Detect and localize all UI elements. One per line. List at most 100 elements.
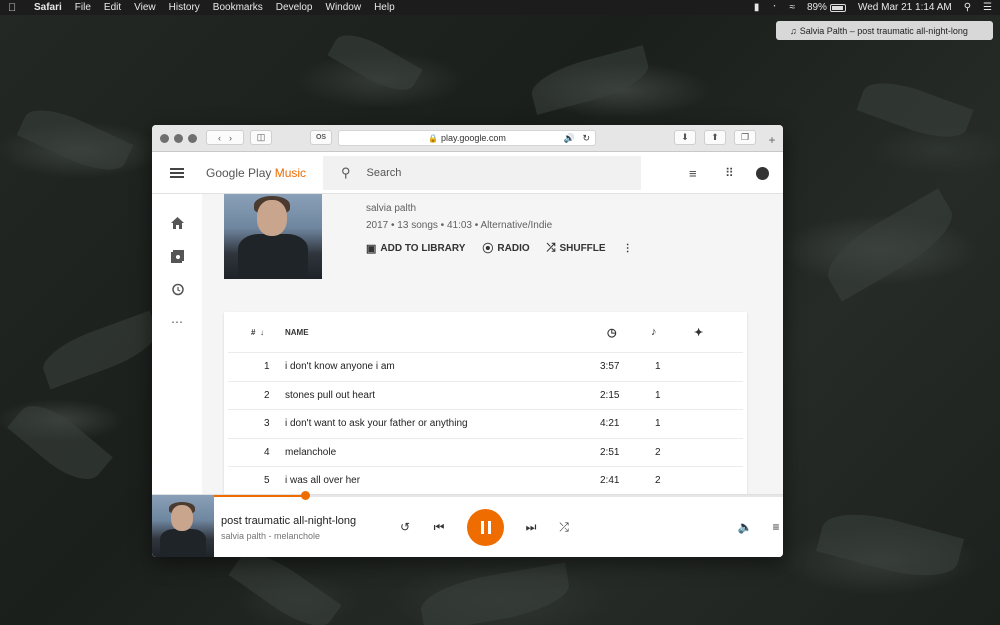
menu-develop[interactable]: Develop bbox=[276, 2, 313, 13]
reload-icon[interactable]: ↻ bbox=[582, 133, 590, 144]
menu-help[interactable]: Help bbox=[374, 2, 395, 13]
album-cover-image[interactable] bbox=[224, 194, 322, 279]
progress-fill bbox=[214, 495, 305, 497]
add-to-library-label: ADD TO LIBRARY bbox=[380, 242, 466, 254]
track-plays: 2 bbox=[655, 446, 661, 458]
pause-button[interactable] bbox=[467, 509, 504, 546]
safari-toolbar: ‹ › ◫ OS 🔒 play.google.com 🔊 ↻ ⬇ ⬆ ❐ + bbox=[152, 125, 783, 152]
album-meta: 2017 • 13 songs • 41:03 • Alternative/In… bbox=[366, 220, 553, 231]
share-icon: ⬆ bbox=[711, 132, 719, 142]
account-avatar[interactable] bbox=[756, 167, 769, 180]
apple-menu-icon[interactable]:  bbox=[8, 2, 20, 14]
track-title: i don't know anyone i am bbox=[285, 361, 395, 372]
hamburger-menu-icon[interactable] bbox=[170, 168, 184, 178]
extension-button[interactable]: OS bbox=[310, 130, 332, 145]
track-number: 2 bbox=[264, 389, 270, 401]
close-window-button[interactable] bbox=[160, 133, 169, 143]
more-actions-button[interactable]: ⋮ bbox=[623, 243, 633, 254]
search-bar[interactable]: ⚲ Search bbox=[323, 156, 641, 190]
app-header: Google Play Music ⚲ Search ≡ ⠿ bbox=[152, 153, 783, 194]
track-plays: 1 bbox=[655, 418, 661, 429]
radio-label: RADIO bbox=[497, 242, 530, 254]
track-title: i don't want to ask your father or anyth… bbox=[285, 418, 468, 429]
minimize-window-button[interactable] bbox=[174, 133, 183, 143]
track-duration: 2:51 bbox=[600, 446, 620, 458]
track-title: i was all over her bbox=[285, 475, 361, 486]
wifi-icon[interactable]: ≈ bbox=[789, 2, 795, 13]
sidebar-toggle-button[interactable]: ◫ bbox=[250, 130, 272, 145]
battery-percent: 89% bbox=[806, 2, 827, 13]
tabs-icon: ❐ bbox=[740, 132, 750, 142]
url-text: play.google.com bbox=[441, 133, 506, 143]
volume-icon[interactable]: 🔈 bbox=[738, 520, 753, 534]
search-input[interactable]: Search bbox=[367, 167, 402, 179]
menu-app-name[interactable]: Safari bbox=[34, 2, 62, 13]
more-vert-icon: ⋮ bbox=[622, 242, 633, 254]
new-tab-button[interactable]: + bbox=[764, 133, 780, 147]
table-row[interactable]: 4 melanchole 2:51 2 bbox=[228, 437, 743, 467]
search-icon: ⚲ bbox=[341, 165, 351, 180]
music-note-icon: ♫ bbox=[790, 25, 797, 36]
sort-arrow-icon[interactable]: ↓ bbox=[260, 328, 264, 337]
menu-history[interactable]: History bbox=[169, 2, 200, 13]
home-icon[interactable] bbox=[169, 215, 185, 231]
next-track-icon[interactable]: ⏭ bbox=[524, 520, 538, 534]
rating-thumbs-icon[interactable]: ✦ bbox=[694, 326, 703, 339]
radio-button[interactable]: ⦿ RADIO bbox=[482, 240, 529, 256]
add-to-library-button[interactable]: ▣ ADD TO LIBRARY bbox=[366, 242, 465, 255]
menu-edit[interactable]: Edit bbox=[104, 2, 121, 13]
duration-clock-icon[interactable]: ◷ bbox=[607, 326, 617, 339]
menu-file[interactable]: File bbox=[75, 2, 91, 13]
download-icon: ⬇ bbox=[681, 132, 689, 142]
music-library-icon[interactable] bbox=[169, 248, 185, 264]
share-button[interactable]: ⬆ bbox=[704, 130, 726, 145]
menu-window[interactable]: Window bbox=[326, 2, 362, 13]
shuffle-label: SHUFFLE bbox=[559, 242, 606, 254]
audio-playing-icon[interactable]: 🔊 bbox=[564, 133, 575, 144]
shuffle-play-icon[interactable]: ⤮ bbox=[557, 520, 571, 534]
plays-note-icon[interactable]: ♪ bbox=[651, 326, 657, 338]
shuffle-button[interactable]: ⤮ SHUFFLE bbox=[547, 242, 606, 255]
now-playing-art[interactable] bbox=[152, 495, 214, 557]
menu-bookmarks[interactable]: Bookmarks bbox=[213, 2, 263, 13]
track-number: 1 bbox=[264, 361, 270, 372]
app-logo[interactable]: Google Play Music bbox=[206, 166, 306, 180]
safari-window: ‹ › ◫ OS 🔒 play.google.com 🔊 ↻ ⬇ ⬆ ❐ + G… bbox=[152, 125, 783, 557]
more-options-icon[interactable]: ⋯ bbox=[169, 314, 185, 330]
column-number-header[interactable]: # bbox=[251, 328, 255, 337]
queue-menu-icon[interactable]: ≡ bbox=[771, 520, 781, 534]
back-icon[interactable]: ‹ bbox=[218, 133, 221, 143]
track-plays: 1 bbox=[655, 361, 661, 372]
apps-grid-icon[interactable]: ⠿ bbox=[725, 166, 734, 180]
forward-icon[interactable]: › bbox=[229, 133, 232, 143]
track-plays: 2 bbox=[655, 475, 661, 486]
side-nav: ⋯ bbox=[152, 194, 202, 494]
now-playing-subtitle[interactable]: salvia palth - melanchole bbox=[221, 531, 320, 541]
battery-status[interactable]: 89% bbox=[807, 2, 846, 13]
album-artist[interactable]: salvia palth bbox=[366, 203, 416, 214]
column-name-header[interactable]: NAME bbox=[285, 328, 309, 337]
menu-view[interactable]: View bbox=[134, 2, 156, 13]
zoom-window-button[interactable] bbox=[188, 133, 197, 143]
progress-slider-handle[interactable] bbox=[301, 491, 310, 500]
table-row[interactable]: 5 i was all over her 2:41 2 bbox=[228, 466, 743, 494]
notification-center-icon[interactable]: ☰ bbox=[983, 2, 992, 13]
spotlight-icon[interactable]: ⚲ bbox=[964, 2, 971, 13]
now-playing-title[interactable]: post traumatic all-night-long bbox=[221, 515, 356, 527]
bluetooth-icon[interactable]: ᛫ bbox=[771, 2, 777, 13]
menu-clock[interactable]: Wed Mar 21 1:14 AM bbox=[858, 2, 952, 13]
table-row[interactable]: 2 stones pull out heart 2:15 1 bbox=[228, 380, 743, 410]
previous-track-icon[interactable]: ⏮ bbox=[432, 520, 446, 534]
table-row[interactable]: 3 i don't want to ask your father or any… bbox=[228, 409, 743, 438]
track-number: 3 bbox=[264, 418, 270, 429]
recents-history-icon[interactable] bbox=[169, 281, 185, 297]
address-bar[interactable]: 🔒 play.google.com 🔊 ↻ bbox=[338, 130, 596, 146]
tabs-overview-button[interactable]: ❐ bbox=[734, 130, 756, 145]
repeat-icon[interactable]: ↺ bbox=[398, 520, 412, 534]
now-playing-notification[interactable]: ♫ Salvia Palth – post traumatic all-nigh… bbox=[776, 21, 993, 40]
battery-icon bbox=[829, 3, 846, 12]
downloads-button[interactable]: ⬇ bbox=[674, 130, 696, 145]
status-menu-icon[interactable]: ▮ bbox=[754, 2, 760, 13]
table-row[interactable]: 1 i don't know anyone i am 3:57 1 bbox=[228, 352, 743, 381]
queue-icon[interactable]: ≡ bbox=[689, 166, 697, 181]
